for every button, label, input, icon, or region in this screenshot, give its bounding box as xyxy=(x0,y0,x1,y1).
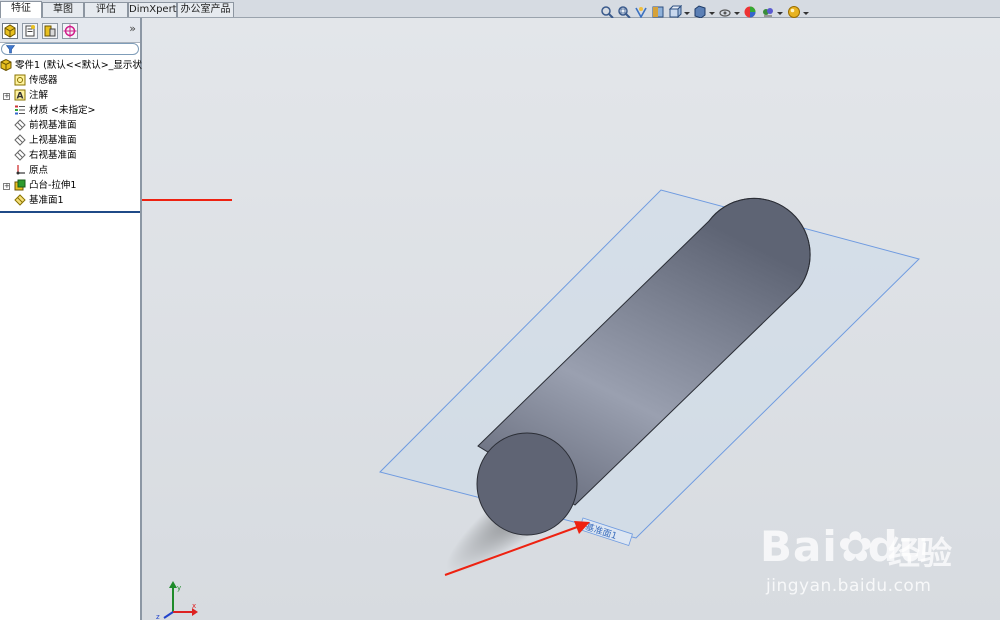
view-orientation-icon xyxy=(668,5,682,19)
property-manager-icon xyxy=(25,25,35,37)
scene-icon xyxy=(763,8,773,17)
plane-icon xyxy=(14,149,26,161)
baidu-jingyan-watermark: Bai✿du 经验 jingyan.baidu.com xyxy=(760,510,990,610)
coordinate-triad: y x z xyxy=(156,581,198,620)
panel-expand-button[interactable]: » xyxy=(129,22,136,35)
display-style-dropdown[interactable] xyxy=(709,12,715,15)
watermark-url: jingyan.baidu.com xyxy=(766,576,932,596)
appearance-icon xyxy=(744,6,756,18)
panel-tab-strip: » xyxy=(0,18,140,43)
paw-icon: ✿ xyxy=(837,522,874,571)
svg-text:y: y xyxy=(177,584,181,592)
tab-dimxpert[interactable]: DimXpert xyxy=(128,2,177,17)
plane-icon xyxy=(14,119,26,131)
cylinder-front-face[interactable] xyxy=(476,432,578,536)
hide-show-dropdown[interactable] xyxy=(734,12,740,15)
svg-text:A: A xyxy=(17,92,24,102)
feature-manager-tab[interactable] xyxy=(2,23,18,39)
svg-text:z: z xyxy=(156,613,160,620)
dimxpert-icon xyxy=(63,24,77,38)
feature-manager-icon xyxy=(4,24,16,38)
hide-show-icon xyxy=(719,9,731,17)
annotation-icon: A xyxy=(14,89,26,101)
origin-icon xyxy=(16,165,25,175)
sensor-icon xyxy=(14,74,26,86)
plane-icon xyxy=(14,134,26,146)
tab-features[interactable]: 特征 xyxy=(0,1,42,18)
tree-rollback-bar[interactable] xyxy=(0,211,140,213)
dimxpert-manager-tab[interactable] xyxy=(62,23,78,39)
annotation-arrow-tree xyxy=(142,199,232,201)
zoom-area-icon xyxy=(618,6,631,19)
material-icon xyxy=(15,105,25,115)
tab-office-products[interactable]: 办公室产品 xyxy=(177,2,234,17)
zoom-fit-icon xyxy=(601,6,614,19)
watermark-cn-text: 经验 xyxy=(888,534,953,572)
display-style-icon xyxy=(694,5,706,19)
configuration-manager-tab[interactable] xyxy=(42,23,58,39)
view-settings-dropdown[interactable] xyxy=(803,12,809,15)
solidworks-window: 特征 草图 评估 DimXpert 办公室产品 » 零件1 (默认<<默认>_显… xyxy=(0,0,1000,620)
section-view-icon xyxy=(652,6,664,18)
view-settings-icon xyxy=(788,6,800,18)
boss-extrude-expander[interactable]: + xyxy=(3,183,10,190)
svg-text:x: x xyxy=(192,602,196,610)
part-icon xyxy=(0,59,12,71)
command-manager-tabs: 特征 草图 评估 DimXpert 办公室产品 xyxy=(0,0,1000,18)
configuration-manager-icon xyxy=(44,25,56,37)
view-orientation-dropdown[interactable] xyxy=(684,12,690,15)
plane-icon xyxy=(14,194,26,206)
tab-evaluate[interactable]: 评估 xyxy=(84,2,128,17)
feature-manager-panel: » 零件1 (默认<<默认>_显示状态 传感器 + A 注解 材质 <未指定> xyxy=(0,18,151,620)
filter-icon xyxy=(6,45,15,54)
scene-dropdown[interactable] xyxy=(777,12,783,15)
tree-filter-input[interactable] xyxy=(1,43,139,55)
previous-view-icon xyxy=(635,7,647,19)
tree-root-label: 零件1 (默认<<默认>_显示状态 xyxy=(15,60,152,71)
property-manager-tab[interactable] xyxy=(22,23,38,39)
boss-extrude-icon xyxy=(14,179,26,191)
tab-sketch[interactable]: 草图 xyxy=(42,2,84,17)
annotations-expander[interactable]: + xyxy=(3,93,10,100)
